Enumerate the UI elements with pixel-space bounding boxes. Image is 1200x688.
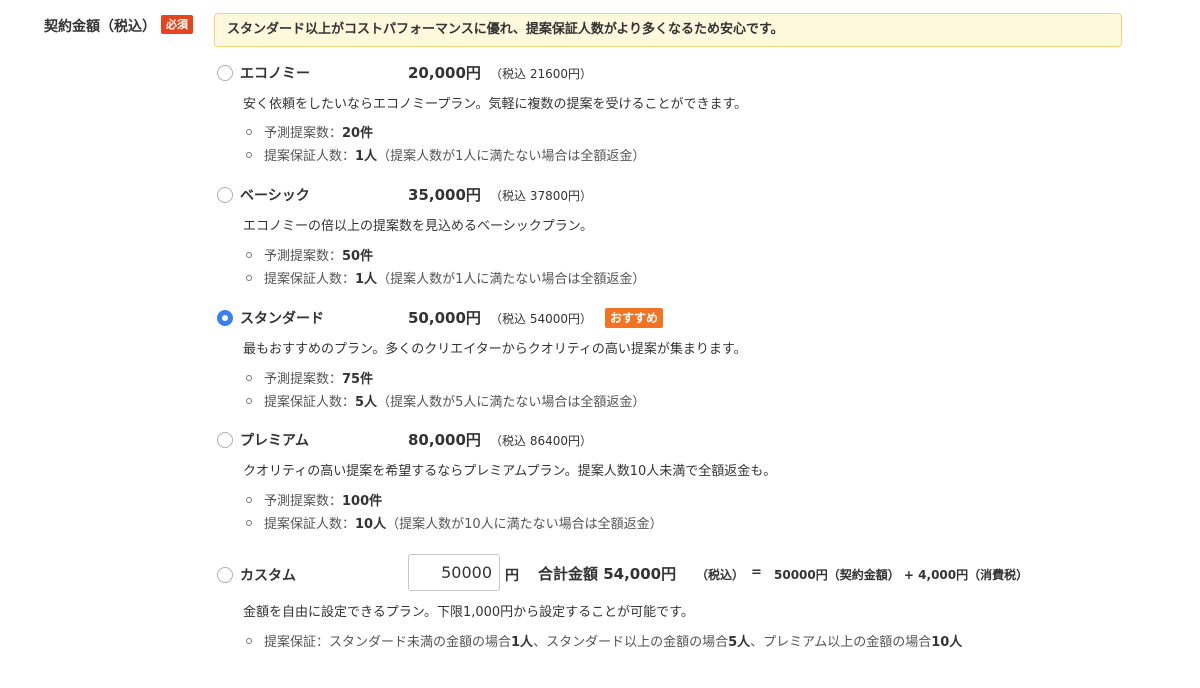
bullet-value: 5人 — [728, 635, 751, 650]
bullet-icon — [246, 128, 252, 135]
bullet-value: 1人 — [355, 149, 378, 164]
plan-tax: （税込 86400円） — [490, 434, 592, 448]
list-item: 提案保証人数： 1人 （提案人数が1人に満たない場合は全額返金） — [246, 268, 645, 287]
plan-tax: （税込 21600円） — [490, 67, 592, 81]
plan-description: エコノミーの倍以上の提案数を見込めるベーシックプラン。 — [243, 219, 593, 234]
bullet-icon — [246, 251, 252, 258]
list-item: 予測提案数： 75件 — [246, 368, 373, 387]
radio-economy[interactable] — [217, 65, 233, 81]
bullet-text: 提案保証：スタンダード未満の金額の場合 — [264, 635, 512, 650]
radio-premium[interactable] — [217, 432, 233, 448]
plan-description: 最もおすすめのプラン。多くのクリエイターからクオリティの高い提案が集まります。 — [243, 342, 747, 357]
plan-description: 安く依頼をしたいならエコノミープラン。気軽に複数の提案を受けることができます。 — [243, 97, 748, 112]
bullet-label: 提案保証人数： — [264, 149, 356, 164]
bullet-note: （提案人数が1人に満たない場合は全額返金） — [377, 272, 646, 287]
plan-price: 50,000円 — [408, 309, 481, 327]
amount-breakdown: 50000円（契約金額） + 4,000円（消費税） — [774, 568, 1029, 582]
bullet-label: 提案保証人数： — [264, 517, 356, 532]
equals-sign: = — [751, 565, 762, 580]
plan-tax: （税込 54000円） — [490, 312, 592, 326]
bullet-value: 20件 — [342, 126, 374, 141]
total-tax-note: （税込） — [696, 568, 745, 582]
plan-description: 金額を自由に設定できるプラン。下限1,000円から設定することが可能です。 — [243, 605, 694, 620]
bullet-value: 10人 — [931, 635, 963, 650]
recommend-badge: おすすめ — [605, 308, 664, 328]
radio-basic[interactable] — [217, 187, 233, 203]
bullet-icon — [246, 374, 252, 381]
bullet-label: 予測提案数： — [264, 126, 343, 141]
plan-name[interactable]: スタンダード — [240, 308, 324, 328]
plan-price: 20,000円 — [408, 64, 481, 82]
plan-name[interactable]: カスタム — [240, 565, 296, 585]
required-badge: 必須 — [161, 15, 193, 34]
plan-price: 80,000円 — [408, 431, 481, 449]
list-item: 提案保証人数： 5人 （提案人数が5人に満たない場合は全額返金） — [246, 391, 645, 410]
bullet-value: 75件 — [342, 372, 374, 387]
bullet-value: 10人 — [355, 517, 387, 532]
bullet-icon — [246, 637, 252, 644]
plan-description: クオリティの高い提案を希望するならプレミアムプラン。提案人数10人未満で全額返金… — [243, 464, 777, 479]
bullet-icon — [246, 151, 252, 158]
plan-name[interactable]: エコノミー — [240, 63, 310, 83]
list-item: 予測提案数： 50件 — [246, 245, 373, 264]
custom-amount-input[interactable] — [408, 554, 500, 591]
list-item: 予測提案数： 100件 — [246, 490, 382, 509]
bullet-value: 50件 — [342, 249, 374, 264]
plan-tax: （税込 37800円） — [490, 189, 592, 203]
bullet-note: （提案人数が5人に満たない場合は全額返金） — [377, 395, 646, 410]
bullet-label: 予測提案数： — [264, 372, 343, 387]
bullet-icon — [246, 397, 252, 404]
bullet-note: （提案人数が10人に満たない場合は全額返金） — [386, 517, 663, 532]
plan-name[interactable]: プレミアム — [240, 430, 309, 450]
notice-banner: スタンダード以上がコストパフォーマンスに優れ、提案保証人数がより多くなるため安心… — [214, 13, 1122, 47]
bullet-label: 予測提案数： — [264, 249, 343, 264]
bullet-value: 5人 — [355, 395, 378, 410]
radio-standard[interactable] — [217, 310, 233, 326]
bullet-value: 100件 — [342, 494, 383, 509]
plan-price: 35,000円 — [408, 186, 481, 204]
bullet-value: 1人 — [511, 635, 534, 650]
bullet-label: 予測提案数： — [264, 494, 343, 509]
bullet-label: 提案保証人数： — [264, 272, 356, 287]
total-amount: 合計金額 54,000円 — [538, 565, 677, 583]
bullet-text: 、スタンダード以上の金額の場合 — [533, 635, 729, 650]
list-item: 提案保証：スタンダード未満の金額の場合 1人 、スタンダード以上の金額の場合 5人 、プ… — [246, 631, 962, 650]
list-item: 提案保証人数： 1人 （提案人数が1人に満たない場合は全額返金） — [246, 145, 645, 164]
bullet-value: 1人 — [355, 272, 378, 287]
bullet-icon — [246, 274, 252, 281]
bullet-note: （提案人数が1人に満たない場合は全額返金） — [377, 149, 646, 164]
radio-custom[interactable] — [217, 567, 233, 583]
list-item: 提案保証人数： 10人 （提案人数が10人に満たない場合は全額返金） — [246, 513, 663, 532]
bullet-text: 、プレミアム以上の金額の場合 — [750, 635, 932, 650]
field-label: 契約金額（税込） — [44, 19, 156, 35]
plan-name[interactable]: ベーシック — [240, 185, 310, 205]
bullet-label: 提案保証人数： — [264, 395, 356, 410]
custom-unit: 円 — [505, 568, 519, 584]
list-item: 予測提案数： 20件 — [246, 122, 373, 141]
bullet-icon — [246, 496, 252, 503]
bullet-icon — [246, 519, 252, 526]
